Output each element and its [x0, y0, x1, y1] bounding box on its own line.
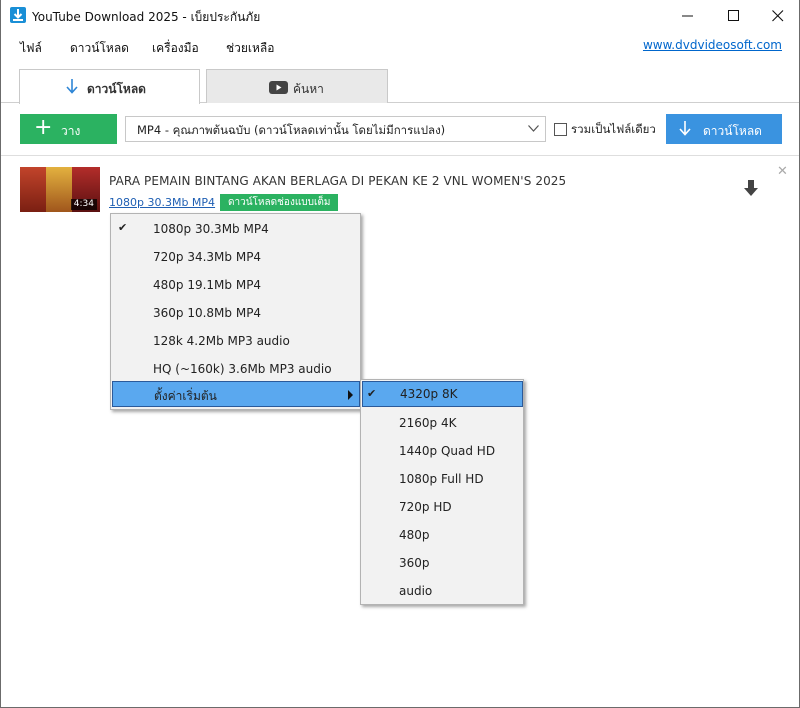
quality-menu-item-label: HQ (~160k) 3.6Mb MP3 audio — [153, 362, 332, 376]
remove-item-icon[interactable]: ✕ — [777, 164, 788, 179]
preset-menu-item[interactable]: 360p — [362, 550, 523, 576]
preset-menu-item-label: 1080p Full HD — [399, 472, 484, 486]
submenu-arrow-icon — [348, 390, 353, 400]
check-icon: ✔ — [367, 387, 377, 400]
minimize-icon — [682, 15, 693, 17]
preset-menu-item-label: 720p HD — [399, 500, 452, 514]
close-icon — [772, 10, 784, 22]
quality-menu-item-label: 128k 4.2Mb MP3 audio — [153, 334, 290, 348]
chevron-down-icon — [528, 125, 539, 132]
youtube-play-icon — [269, 81, 288, 94]
maximize-button[interactable] — [711, 0, 757, 32]
quality-menu-item[interactable]: ✔ 1080p 30.3Mb MP4 — [112, 216, 360, 242]
maximize-icon — [728, 10, 739, 21]
quality-menu-item[interactable]: 480p 19.1Mb MP4 — [112, 272, 360, 298]
preset-menu-item[interactable]: 1440p Quad HD — [362, 438, 523, 464]
menu-file[interactable]: ไฟล์ — [20, 39, 42, 58]
default-settings-menu-item[interactable]: ตั้งค่าเริ่มต้น — [112, 381, 360, 407]
merge-checkbox[interactable] — [554, 123, 567, 136]
tab-search-label: ค้นหา — [293, 82, 324, 96]
quality-menu-item[interactable]: 128k 4.2Mb MP3 audio — [112, 328, 360, 354]
download-arrow-icon — [66, 79, 78, 94]
quality-menu-item[interactable]: 720p 34.3Mb MP4 — [112, 244, 360, 270]
preset-menu-item[interactable]: 2160p 4K — [362, 410, 523, 436]
format-select-value: MP4 - คุณภาพต้นฉบับ (ดาวน์โหลดเท่านั้น โ… — [137, 123, 446, 137]
format-select[interactable]: MP4 - คุณภาพต้นฉบับ (ดาวน์โหลดเท่านั้น โ… — [125, 116, 546, 142]
tab-download[interactable]: ดาวน์โหลด — [19, 69, 200, 104]
app-download-icon — [10, 7, 26, 23]
preset-menu-item-label: 2160p 4K — [399, 416, 457, 430]
preset-menu-item-label: 480p — [399, 528, 430, 542]
app-window: YouTube Download 2025 - เบ็ยประกันภัย ไฟ… — [0, 0, 800, 708]
preset-menu-item[interactable]: 1080p Full HD — [362, 466, 523, 492]
quality-menu-item-label: 720p 34.3Mb MP4 — [153, 250, 262, 264]
toolbar-divider — [1, 155, 799, 156]
menu-bar: ไฟล์ ดาวน์โหลด เครื่องมือ ช่วยเหลือ www.… — [1, 36, 799, 58]
item-download-icon[interactable] — [743, 180, 759, 197]
preset-menu-item-label: audio — [399, 584, 433, 598]
website-link[interactable]: www.dvdvideosoft.com — [643, 38, 782, 52]
download-button[interactable]: ดาวน์โหลด — [666, 114, 782, 144]
preset-submenu: ✔ 4320p 8K 2160p 4K 1440p Quad HD 1080p … — [360, 379, 524, 605]
video-title: PARA PEMAIN BINTANG AKAN BERLAGA DI PEKA… — [109, 174, 567, 188]
quality-menu-item-label: ตั้งค่าเริ่มต้น — [154, 389, 217, 403]
quality-menu-item-label: 360p 10.8Mb MP4 — [153, 306, 262, 320]
close-button[interactable] — [755, 0, 800, 32]
plus-icon: + — [34, 115, 53, 140]
video-duration: 4:34 — [70, 199, 97, 210]
window-title: YouTube Download 2025 - เบ็ยประกันภัย — [32, 10, 261, 24]
quality-menu-item[interactable]: 360p 10.8Mb MP4 — [112, 300, 360, 326]
preset-menu-item[interactable]: ✔ 4320p 8K — [362, 381, 523, 407]
preset-menu-item[interactable]: audio — [362, 578, 523, 604]
quality-menu: ✔ 1080p 30.3Mb MP4 720p 34.3Mb MP4 480p … — [110, 213, 361, 410]
menu-help[interactable]: ช่วยเหลือ — [226, 39, 275, 58]
download-full-badge[interactable]: ดาวน์โหลดช่องแบบเต็ม — [220, 194, 339, 211]
merge-checkbox-label[interactable]: รวมเป็นไฟล์เดียว — [571, 121, 656, 139]
quality-dropdown-link[interactable]: 1080p 30.3Mb MP4 — [109, 196, 215, 209]
download-button-label: ดาวน์โหลด — [703, 124, 762, 138]
preset-menu-item-label: 1440p Quad HD — [399, 444, 496, 458]
download-arrow-icon — [679, 121, 691, 136]
quality-menu-item-label: 1080p 30.3Mb MP4 — [153, 222, 269, 236]
minimize-button[interactable] — [665, 0, 711, 32]
menu-download[interactable]: ดาวน์โหลด — [70, 39, 129, 58]
preset-menu-item-label: 360p — [399, 556, 430, 570]
tab-search[interactable]: ค้นหา — [206, 69, 388, 103]
menu-tools[interactable]: เครื่องมือ — [152, 39, 199, 58]
tab-download-label: ดาวน์โหลด — [87, 82, 146, 96]
preset-menu-item-label: 4320p 8K — [400, 387, 458, 401]
preset-menu-item[interactable]: 720p HD — [362, 494, 523, 520]
title-bar: YouTube Download 2025 - เบ็ยประกันภัย — [1, 0, 799, 32]
video-thumbnail[interactable]: 4:34 — [20, 167, 100, 212]
check-icon: ✔ — [118, 221, 128, 234]
paste-button-label: วาง — [61, 124, 81, 138]
quality-menu-item-label: 480p 19.1Mb MP4 — [153, 278, 262, 292]
paste-button[interactable]: + วาง — [20, 114, 117, 144]
quality-menu-item[interactable]: HQ (~160k) 3.6Mb MP3 audio — [112, 356, 360, 382]
preset-menu-item[interactable]: 480p — [362, 522, 523, 548]
